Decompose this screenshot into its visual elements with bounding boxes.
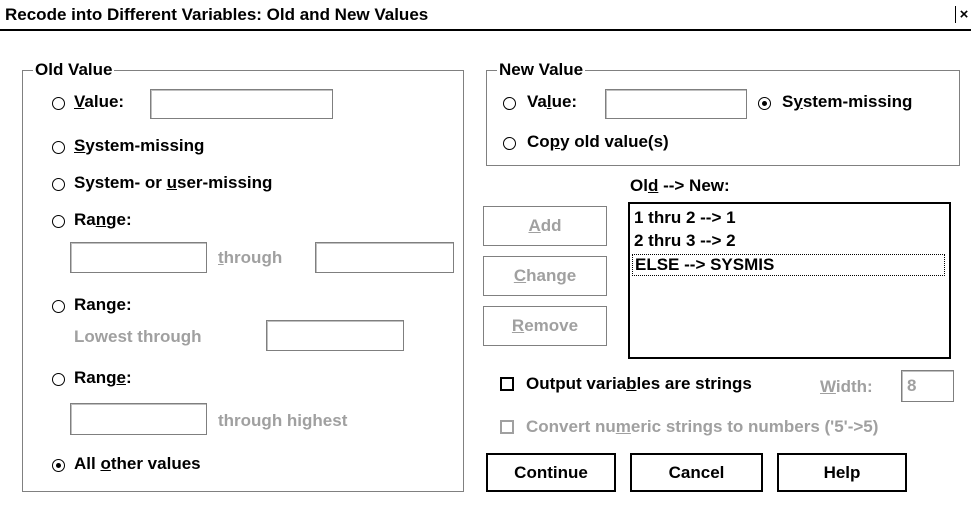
new-value-radio[interactable] bbox=[503, 97, 516, 110]
range-through-label: through bbox=[218, 248, 283, 267]
add-button[interactable]: Add bbox=[483, 206, 607, 246]
old-value-label: Value: bbox=[74, 92, 125, 111]
old-value-input[interactable] bbox=[150, 89, 333, 119]
through-highest-label: through highest bbox=[218, 411, 348, 430]
new-value-group-label: New Value bbox=[497, 60, 586, 80]
system-missing-label: System-missing bbox=[74, 136, 205, 155]
old-value-group-label: Old Value bbox=[33, 60, 115, 80]
all-other-values-label: All other values bbox=[74, 454, 201, 473]
new-value-label: Value: bbox=[527, 92, 578, 111]
remove-button[interactable]: Remove bbox=[483, 306, 607, 346]
system-or-user-missing-radio[interactable] bbox=[52, 178, 65, 191]
range-radio[interactable] bbox=[52, 215, 65, 228]
output-strings-label: Output variables are strings bbox=[526, 374, 752, 393]
system-missing-radio[interactable] bbox=[52, 141, 65, 154]
all-other-values-radio[interactable] bbox=[52, 459, 65, 472]
range-lowest-label: Range: bbox=[74, 295, 132, 314]
range-lowest-input[interactable] bbox=[266, 320, 404, 351]
old-new-header: Old --> New: bbox=[630, 176, 730, 195]
new-value-input[interactable] bbox=[605, 89, 747, 119]
change-button[interactable]: Change bbox=[483, 256, 607, 296]
range-from-input[interactable] bbox=[70, 242, 207, 273]
convert-numeric-checkbox[interactable] bbox=[500, 420, 514, 434]
range-label: Range: bbox=[74, 210, 132, 229]
lowest-through-label: Lowest through bbox=[74, 327, 202, 346]
recode-values-dialog: Recode into Different Variables: Old and… bbox=[0, 0, 971, 513]
title-bar: Recode into Different Variables: Old and… bbox=[0, 0, 971, 31]
cancel-button[interactable]: Cancel bbox=[630, 453, 763, 492]
continue-button[interactable]: Continue bbox=[486, 453, 616, 492]
range-highest-radio[interactable] bbox=[52, 373, 65, 386]
width-label: Width: bbox=[820, 377, 873, 396]
range-to-input[interactable] bbox=[315, 242, 454, 273]
close-icon[interactable]: × bbox=[955, 6, 971, 23]
range-highest-label: Range: bbox=[74, 368, 132, 387]
list-item[interactable]: 2 thru 3 --> 2 bbox=[634, 231, 736, 251]
range-lowest-radio[interactable] bbox=[52, 300, 65, 313]
list-item[interactable]: 1 thru 2 --> 1 bbox=[634, 208, 736, 228]
convert-numeric-label: Convert numeric strings to numbers ('5'-… bbox=[526, 417, 879, 436]
width-input[interactable]: 8 bbox=[901, 370, 954, 402]
help-button[interactable]: Help bbox=[777, 453, 907, 492]
copy-old-values-label: Copy old value(s) bbox=[527, 132, 669, 151]
list-item-selected[interactable]: ELSE --> SYSMIS bbox=[632, 254, 945, 276]
old-value-radio[interactable] bbox=[52, 97, 65, 110]
new-system-missing-label: System-missing bbox=[782, 92, 913, 111]
new-system-missing-radio[interactable] bbox=[758, 97, 771, 110]
range-highest-input[interactable] bbox=[70, 403, 207, 435]
system-or-user-missing-label: System- or user-missing bbox=[74, 173, 273, 192]
old-new-listbox[interactable]: 1 thru 2 --> 1 2 thru 3 --> 2 ELSE --> S… bbox=[628, 202, 951, 359]
window-title: Recode into Different Variables: Old and… bbox=[5, 5, 429, 24]
copy-old-values-radio[interactable] bbox=[503, 137, 516, 150]
output-strings-checkbox[interactable] bbox=[500, 377, 514, 391]
